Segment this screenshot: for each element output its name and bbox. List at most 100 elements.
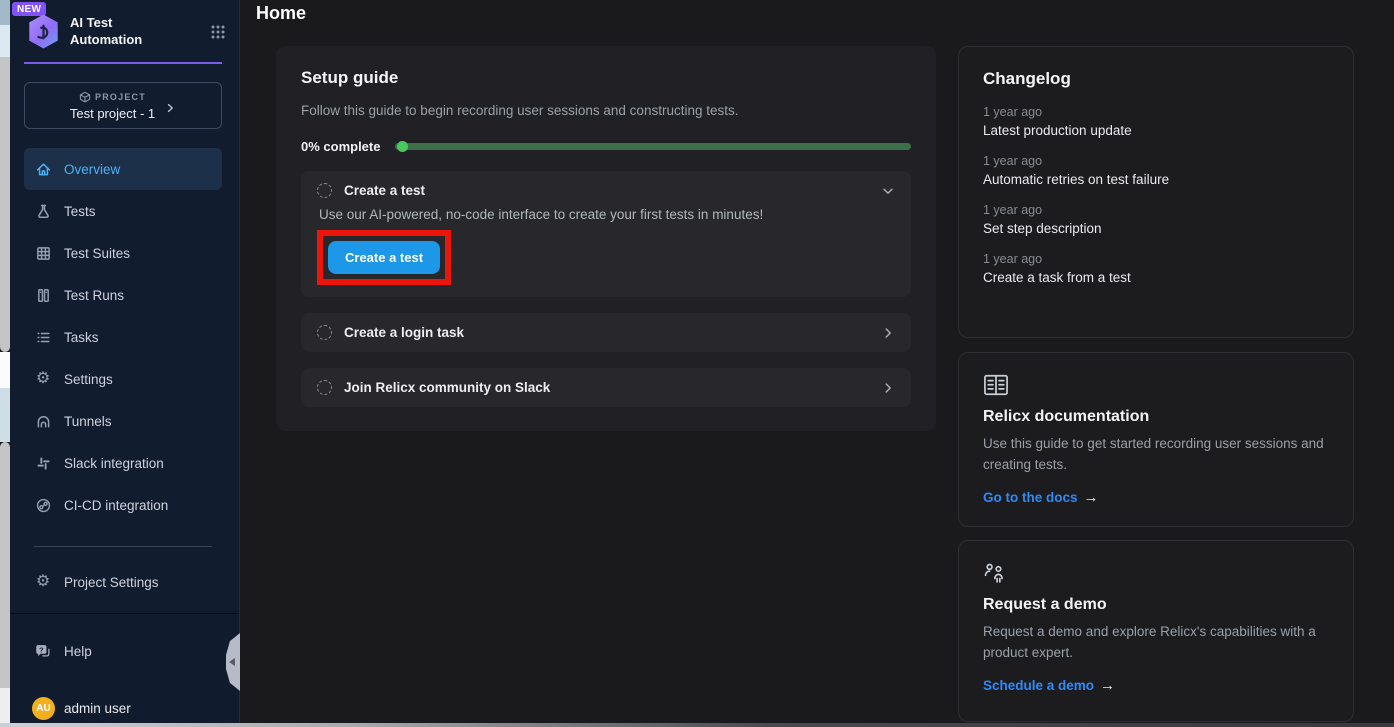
cube-icon — [79, 91, 91, 103]
sidebar-item-label: Tests — [64, 204, 96, 219]
sidebar-item-label: Project Settings — [64, 575, 159, 590]
background-window-edge — [0, 0, 10, 727]
sidebar-item-label: Overview — [64, 162, 120, 177]
people-icon — [983, 561, 1329, 585]
changelog-entry-time: 1 year ago — [983, 203, 1329, 217]
sidebar-item-tasks[interactable]: Tasks — [24, 316, 222, 358]
arrow-right-icon: → — [1100, 677, 1115, 694]
changelog-entry-title: Create a task from a test — [983, 270, 1329, 285]
changelog-entry-title: Automatic retries on test failure — [983, 172, 1329, 187]
step-description: Use our AI-powered, no-code interface to… — [319, 207, 895, 222]
changelog-entry-time: 1 year ago — [983, 252, 1329, 266]
sidebar-item-label: Test Runs — [64, 288, 124, 303]
incomplete-step-icon — [317, 380, 332, 395]
chevron-right-icon — [164, 102, 176, 114]
gear-icon: ⚙ — [34, 371, 52, 387]
sidebar-item-label: Tunnels — [64, 414, 112, 429]
chevron-right-icon — [881, 381, 895, 395]
sidebar-item-help[interactable]: ? Help — [24, 630, 225, 672]
changelog-entry: 1 year ago Latest production update — [983, 105, 1329, 138]
chevron-left-icon — [229, 658, 235, 666]
progress-indicator-dot — [397, 141, 408, 152]
sidebar-footer: ? Help AU admin user — [10, 613, 239, 727]
page-title: Home — [256, 3, 306, 24]
step-title: Create a login task — [344, 325, 464, 340]
chevron-right-icon — [881, 326, 895, 340]
setup-guide-card: Setup guide Follow this guide to begin r… — [276, 46, 936, 431]
help-chat-icon: ? — [34, 642, 52, 660]
request-demo-card: Request a demo Request a demo and explor… — [958, 540, 1354, 722]
changelog-title: Changelog — [983, 69, 1329, 89]
home-icon — [34, 161, 52, 178]
documentation-title: Relicx documentation — [983, 408, 1329, 426]
changelog-entry: 1 year ago Set step description — [983, 203, 1329, 236]
app-title: AI Test Automation — [70, 15, 166, 49]
incomplete-step-icon — [317, 325, 332, 340]
svg-text:?: ? — [39, 645, 44, 654]
sidebar-item-label: Test Suites — [64, 246, 130, 261]
setup-step-join-slack[interactable]: Join Relicx community on Slack — [301, 368, 911, 407]
sidebar-item-overview[interactable]: Overview — [24, 148, 222, 190]
main-content: Home Setup guide Follow this guide to be… — [241, 0, 1394, 727]
step-title: Join Relicx community on Slack — [344, 380, 550, 395]
demo-description: Request a demo and explore Relicx's capa… — [983, 622, 1329, 664]
sidebar-item-cicd-integration[interactable]: CI-CD integration — [24, 484, 222, 526]
changelog-entry: 1 year ago Automatic retries on test fai… — [983, 154, 1329, 187]
chevron-down-icon — [881, 184, 895, 198]
tunnel-icon — [34, 413, 52, 430]
header-accent-divider — [24, 62, 222, 64]
setup-progress: 0% complete — [301, 139, 911, 154]
setup-step-create-test[interactable]: Create a test Use our AI-powered, no-cod… — [301, 171, 911, 297]
documentation-card: Relicx documentation Use this guide to g… — [958, 352, 1354, 527]
cicd-icon — [34, 497, 52, 514]
sidebar-item-tunnels[interactable]: Tunnels — [24, 400, 222, 442]
create-a-test-button[interactable]: Create a test — [328, 241, 440, 274]
incomplete-step-icon — [317, 183, 332, 198]
sidebar-divider — [34, 546, 212, 547]
sidebar-item-test-runs[interactable]: Test Runs — [24, 274, 222, 316]
project-selector[interactable]: PROJECT Test project - 1 — [24, 82, 222, 129]
sidebar-item-label: Settings — [64, 372, 113, 387]
link-label: Schedule a demo — [983, 678, 1094, 693]
changelog-entry-title: Set step description — [983, 221, 1329, 236]
changelog-entry-title: Latest production update — [983, 123, 1329, 138]
schedule-demo-link[interactable]: Schedule a demo → — [983, 677, 1329, 694]
sidebar-item-slack-integration[interactable]: Slack integration — [24, 442, 222, 484]
sidebar-item-tests[interactable]: Tests — [24, 190, 222, 232]
user-name: admin user — [64, 701, 131, 716]
link-label: Go to the docs — [983, 490, 1078, 505]
project-label: PROJECT — [95, 92, 146, 102]
arrow-right-icon: → — [1084, 489, 1099, 506]
background-window-bottom-edge — [0, 723, 1394, 727]
columns-icon — [34, 287, 52, 304]
progress-label: 0% complete — [301, 139, 380, 154]
annotation-highlight-box: Create a test — [317, 230, 451, 285]
sidebar-nav: Overview Tests Test Suites — [24, 148, 222, 603]
app-logo-icon — [27, 13, 60, 50]
changelog-entry-time: 1 year ago — [983, 105, 1329, 119]
gear-icon: ⚙ — [34, 574, 52, 590]
list-icon — [34, 329, 52, 346]
sidebar-item-test-suites[interactable]: Test Suites — [24, 232, 222, 274]
slack-icon — [34, 455, 52, 472]
flask-icon — [34, 203, 52, 220]
progress-bar — [395, 143, 911, 150]
app-header: AI Test Automation — [27, 13, 226, 50]
sidebar-item-label: Slack integration — [64, 456, 164, 471]
user-menu[interactable]: AU admin user — [32, 697, 131, 720]
changelog-entry: 1 year ago Create a task from a test — [983, 252, 1329, 285]
changelog-entry-time: 1 year ago — [983, 154, 1329, 168]
step-title: Create a test — [344, 183, 425, 198]
apps-grid-icon[interactable] — [210, 24, 226, 40]
changelog-card: Changelog 1 year ago Latest production u… — [958, 46, 1354, 338]
sidebar-item-label: Tasks — [64, 330, 99, 345]
go-to-docs-link[interactable]: Go to the docs → — [983, 489, 1329, 506]
sidebar-item-settings[interactable]: ⚙ Settings — [24, 358, 222, 400]
setup-step-create-login-task[interactable]: Create a login task — [301, 313, 911, 352]
project-name: Test project - 1 — [70, 106, 155, 121]
sidebar: NEW AI Test Automation — [10, 0, 240, 727]
sidebar-item-project-settings[interactable]: ⚙ Project Settings — [24, 561, 222, 603]
documentation-description: Use this guide to get started recording … — [983, 434, 1329, 476]
setup-guide-title: Setup guide — [301, 68, 911, 88]
sidebar-item-label: CI-CD integration — [64, 498, 168, 513]
